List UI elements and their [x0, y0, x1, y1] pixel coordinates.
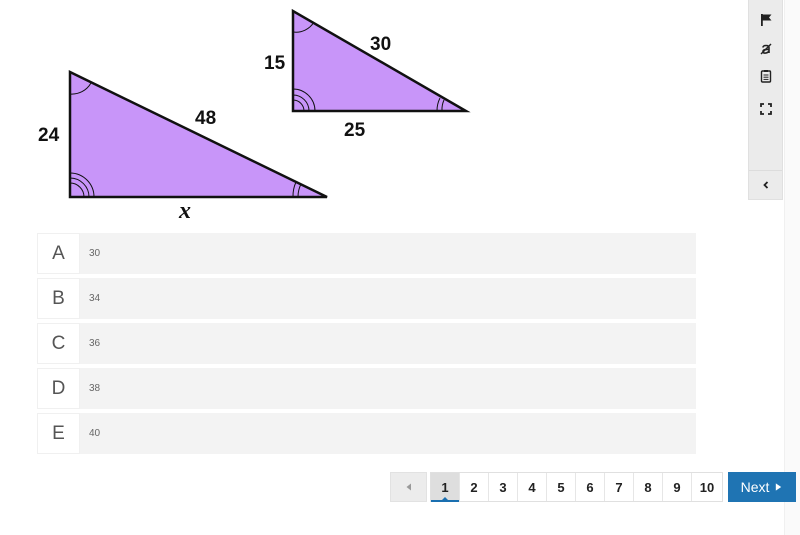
page-4[interactable]: 4 — [518, 473, 547, 501]
pagination: 1 2 3 4 5 6 7 8 9 10 Next — [390, 472, 796, 502]
page-numbers: 1 2 3 4 5 6 7 8 9 10 — [430, 472, 723, 502]
fullscreen-icon — [759, 103, 772, 115]
side-toolbar — [748, 0, 783, 200]
flag-button[interactable] — [749, 8, 782, 32]
page-10[interactable]: 10 — [692, 473, 722, 501]
answer-choice-c[interactable]: C 36 — [37, 323, 696, 364]
page-5[interactable]: 5 — [547, 473, 576, 501]
choice-letter[interactable]: B — [37, 278, 80, 319]
answer-choice-e[interactable]: E 40 — [37, 413, 696, 454]
label-large-hypotenuse: 48 — [195, 108, 216, 129]
choice-value[interactable]: 40 — [80, 413, 696, 454]
choice-letter[interactable]: E — [37, 413, 80, 454]
label-small-vertical: 15 — [264, 53, 286, 74]
similar-triangles-diagram: 24 48 x 15 30 25 — [38, 8, 471, 224]
strikethrough-answer-icon — [760, 43, 771, 55]
flag-icon — [760, 14, 771, 26]
next-button-label: Next — [740, 479, 770, 495]
page-8[interactable]: 8 — [634, 473, 663, 501]
small-triangle — [291, 8, 471, 113]
page-6[interactable]: 6 — [576, 473, 605, 501]
page-2[interactable]: 2 — [460, 473, 489, 501]
label-large-base: x — [178, 198, 191, 224]
previous-button[interactable] — [390, 472, 427, 502]
toolbar-divider — [749, 170, 782, 171]
triangle-left-icon — [406, 483, 411, 491]
choice-letter[interactable]: A — [37, 233, 80, 274]
answer-choices: A 30 B 34 C 36 D 38 E 40 — [37, 233, 696, 458]
answer-choice-b[interactable]: B 34 — [37, 278, 696, 319]
answer-choice-d[interactable]: D 38 — [37, 368, 696, 409]
next-button[interactable]: Next — [728, 472, 796, 502]
notepad-icon — [760, 70, 771, 83]
chevron-left-icon — [762, 181, 768, 189]
collapse-toolbar-button[interactable] — [749, 173, 782, 197]
page-1[interactable]: 1 — [431, 473, 460, 502]
notepad-button[interactable] — [749, 64, 782, 88]
label-large-vertical: 24 — [38, 125, 60, 146]
choice-value[interactable]: 38 — [80, 368, 696, 409]
choice-value[interactable]: 36 — [80, 323, 696, 364]
label-small-base: 25 — [344, 120, 366, 141]
choice-letter[interactable]: D — [37, 368, 80, 409]
triangle-right-icon — [776, 483, 782, 491]
page-3[interactable]: 3 — [489, 473, 518, 501]
choice-value[interactable]: 34 — [80, 278, 696, 319]
page-7[interactable]: 7 — [605, 473, 634, 501]
answer-choice-a[interactable]: A 30 — [37, 233, 696, 274]
fullscreen-button[interactable] — [749, 97, 782, 121]
right-scroll-strip — [784, 0, 800, 535]
choice-letter[interactable]: C — [37, 323, 80, 364]
question-figure: 24 48 x 15 30 25 — [30, 0, 480, 230]
page-9[interactable]: 9 — [663, 473, 692, 501]
choice-value[interactable]: 30 — [80, 233, 696, 274]
strikethrough-button[interactable] — [749, 37, 782, 61]
label-small-hypotenuse: 30 — [370, 34, 391, 55]
large-triangle — [68, 70, 328, 199]
